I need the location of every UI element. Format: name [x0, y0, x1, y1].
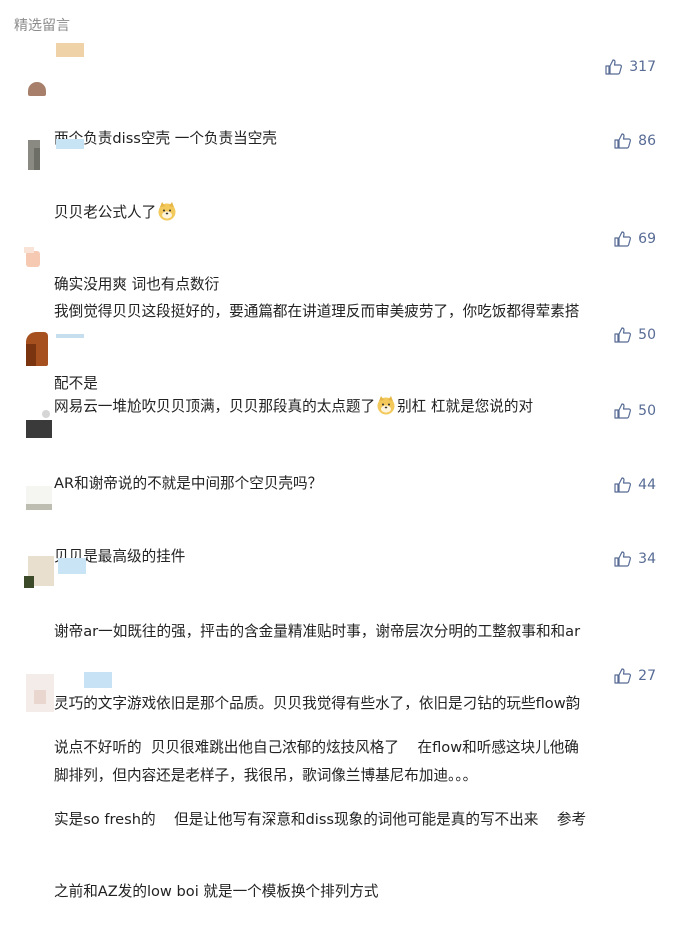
like-count: 86: [638, 133, 656, 149]
redacted-nickname: [84, 672, 112, 688]
like-count: 69: [638, 231, 656, 247]
thumbs-up-icon: [614, 477, 632, 493]
like-count: 34: [638, 551, 656, 567]
section-title: 精选留言: [14, 18, 70, 34]
like-button[interactable]: 317: [605, 59, 656, 75]
doge-emoji-icon: [377, 396, 395, 415]
doge-emoji-icon: [158, 202, 176, 221]
like-button[interactable]: 50: [614, 327, 656, 343]
like-count: 50: [638, 327, 656, 343]
like-button[interactable]: 27: [614, 668, 656, 684]
like-count: 27: [638, 668, 656, 684]
like-button[interactable]: 86: [614, 133, 656, 149]
redacted-nickname: [56, 43, 84, 57]
thumbs-up-icon: [614, 403, 632, 419]
avatar[interactable]: [12, 554, 54, 592]
avatar[interactable]: [12, 326, 50, 366]
avatar[interactable]: [12, 247, 42, 269]
redacted-nickname: [56, 139, 84, 149]
like-count: 44: [638, 477, 656, 493]
like-button[interactable]: 50: [614, 403, 656, 419]
like-button[interactable]: 34: [614, 551, 656, 567]
like-count: 50: [638, 403, 656, 419]
redacted-nickname: [56, 334, 84, 338]
thumbs-up-icon: [605, 59, 623, 75]
avatar[interactable]: [12, 80, 46, 98]
like-button[interactable]: 69: [614, 231, 656, 247]
like-count: 317: [629, 59, 656, 75]
avatar[interactable]: [12, 670, 54, 712]
like-button[interactable]: 44: [614, 477, 656, 493]
thumbs-up-icon: [614, 551, 632, 567]
thumbs-up-icon: [614, 231, 632, 247]
avatar[interactable]: [12, 478, 54, 514]
thumbs-up-icon: [614, 668, 632, 684]
thumbs-up-icon: [614, 133, 632, 149]
comment-text: 说点不好听的 贝贝很难跳出他自己浓郁的炫技风格了 在flow和听感这块儿他确 实…: [54, 739, 587, 900]
avatar[interactable]: [12, 404, 54, 440]
thumbs-up-icon: [614, 327, 632, 343]
avatar[interactable]: [12, 140, 40, 170]
